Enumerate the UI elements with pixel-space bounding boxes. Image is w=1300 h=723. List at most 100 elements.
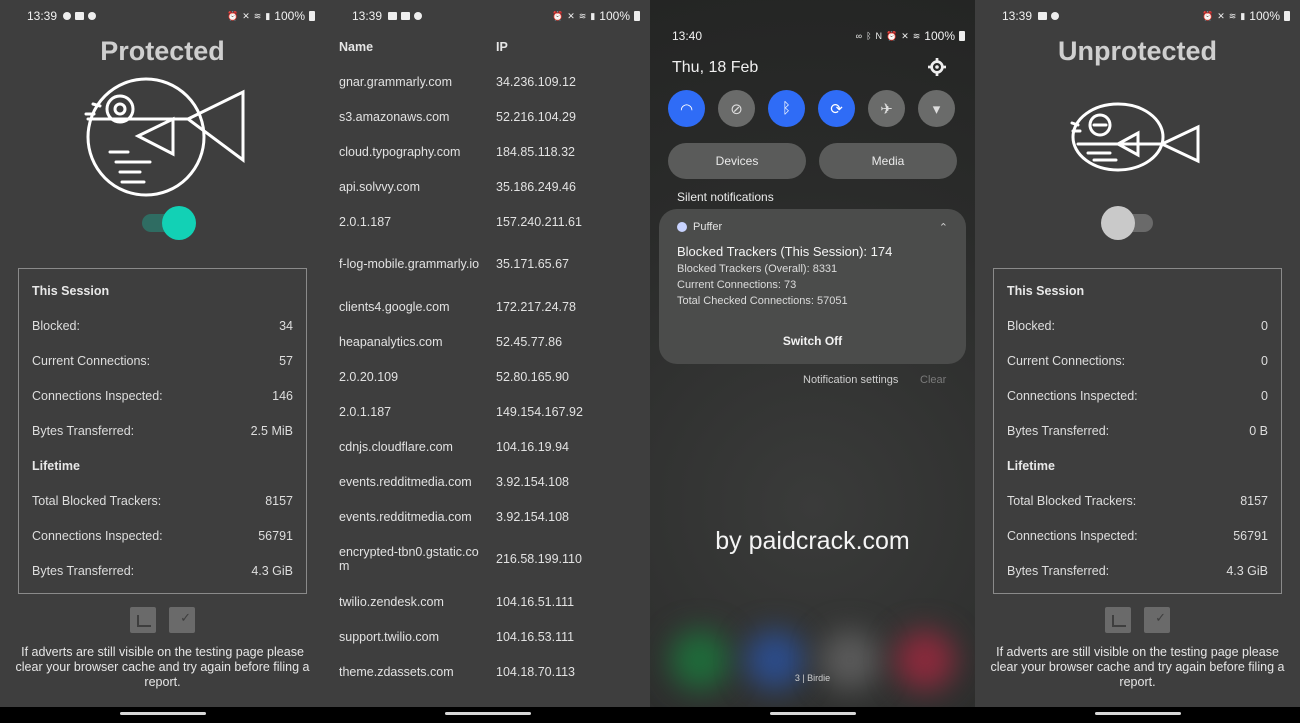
- lifetime-heading: Lifetime: [1007, 459, 1055, 473]
- home-handle[interactable]: [444, 712, 531, 715]
- host-name: f-log-mobile.grammarly.io: [339, 257, 480, 271]
- notification-app: Puffer: [677, 221, 948, 233]
- list-item[interactable]: 2.0.1.187 157.240.211.61: [339, 204, 640, 239]
- host-name: events.redditmedia.com: [339, 509, 472, 524]
- footnote: If adverts are still visible on the test…: [990, 645, 1285, 689]
- notification-headline: Blocked Trackers (This Session): 174: [677, 244, 893, 259]
- list-item[interactable]: s3.amazonaws.com 52.216.104.29: [339, 99, 640, 134]
- host-ip: 104.16.53.111: [496, 629, 575, 644]
- host-ip: 3.92.154.108: [496, 509, 569, 524]
- checklist-icon[interactable]: [1144, 607, 1170, 633]
- toggle-knob: [1101, 206, 1135, 240]
- alarm-icon: ⏰: [227, 10, 239, 21]
- devices-button[interactable]: Devices: [668, 143, 806, 179]
- stat-row: Bytes Transferred: 0 B: [1007, 414, 1268, 449]
- puffer-notification[interactable]: Puffer ⌃ Blocked Trackers (This Session)…: [659, 209, 966, 364]
- name-column-header: Name: [339, 40, 374, 54]
- notification-line: Total Checked Connections: 57051: [677, 295, 848, 307]
- alarm-icon: ⏰: [1202, 10, 1214, 21]
- puffer-app-icon: [677, 222, 687, 232]
- host-name: events.redditmedia.com: [339, 474, 472, 489]
- host-ip: 104.18.70.113: [496, 664, 576, 679]
- home-handle[interactable]: [769, 712, 856, 715]
- image-icon: [75, 12, 85, 20]
- protection-toggle[interactable]: [140, 206, 196, 240]
- stat-row: Connections Inspected: 146: [32, 379, 293, 414]
- host-ip: 149.154.167.92: [496, 404, 583, 419]
- list-item[interactable]: heapanalytics.com 52.45.77.86: [339, 324, 640, 359]
- list-item[interactable]: api.solvvy.com 35.186.249.46: [339, 169, 640, 204]
- signal-icon: ▮: [265, 10, 271, 21]
- mute-icon: ✕: [1217, 10, 1225, 21]
- list-item[interactable]: clients4.google.com 172.217.24.78: [339, 289, 640, 324]
- stat-label: Current Connections:: [32, 354, 151, 368]
- stat-label: Bytes Transferred:: [1007, 424, 1110, 438]
- connections-screen: 13:39 ⏰ ✕ ≋ ▮ 100% Name IP gnar.grammarl…: [325, 0, 650, 723]
- stat-row: Blocked: 34: [32, 309, 293, 344]
- wifi-icon: ≋: [1228, 10, 1237, 21]
- statistics-icon[interactable]: [1105, 607, 1131, 633]
- statistics-icon[interactable]: [130, 607, 156, 633]
- list-item[interactable]: cloud.typography.com 184.85.118.32: [339, 134, 640, 169]
- status-bar: 13:39 ⏰ ✕ ≋ ▮ 100%: [0, 0, 325, 32]
- auto-rotate-icon[interactable]: ⟳: [818, 90, 855, 127]
- host-ip: 52.80.165.90: [496, 369, 569, 384]
- list-item[interactable]: 2.0.20.109 52.80.165.90: [339, 359, 640, 394]
- stat-value: 2.5 MiB: [250, 424, 293, 438]
- host-ip: 104.16.19.94: [496, 439, 569, 454]
- clear-button[interactable]: Clear: [920, 374, 946, 386]
- host-name: heapanalytics.com: [339, 334, 443, 349]
- airplane-icon[interactable]: ✈: [868, 90, 905, 127]
- flashlight-icon[interactable]: ▾: [918, 90, 955, 127]
- stat-value: 0: [1261, 389, 1268, 403]
- checklist-icon[interactable]: [169, 607, 195, 633]
- host-name: gnar.grammarly.com: [339, 74, 452, 89]
- stat-label: Bytes Transferred:: [1007, 564, 1110, 578]
- notification-settings-link[interactable]: Notification settings: [803, 374, 898, 386]
- home-handle[interactable]: [119, 712, 206, 715]
- list-item[interactable]: gnar.grammarly.com 34.236.109.12: [339, 64, 640, 99]
- battery-icon: [1284, 11, 1290, 21]
- list-item[interactable]: theme.zdassets.com 104.18.70.113: [339, 654, 640, 689]
- wifi-icon[interactable]: ◠: [668, 90, 705, 127]
- stat-value: 0: [1261, 319, 1268, 333]
- protection-toggle[interactable]: [1101, 206, 1157, 240]
- page-indicator: 3 | Birdie: [794, 673, 831, 683]
- host-ip: 157.240.211.61: [496, 214, 582, 229]
- settings-gear-icon[interactable]: [928, 58, 946, 76]
- list-item[interactable]: encrypted-tbn0.gstatic.com 216.58.199.110: [339, 534, 640, 584]
- puffer-fish-icon: [84, 77, 245, 197]
- stat-row: Current Connections: 57: [32, 344, 293, 379]
- bluetooth-icon[interactable]: ᛒ: [768, 90, 805, 127]
- media-button[interactable]: Media: [819, 143, 957, 179]
- list-item[interactable]: twilio.zendesk.com 104.16.51.111: [339, 584, 640, 619]
- mute-icon[interactable]: ⊘: [718, 90, 755, 127]
- list-item[interactable]: 2.0.1.187 149.154.167.92: [339, 394, 640, 429]
- stat-label: Connections Inspected:: [32, 529, 163, 543]
- list-item[interactable]: cdnjs.cloudflare.com 104.16.19.94: [339, 429, 640, 464]
- battery-icon: [309, 11, 315, 21]
- stat-row: Connections Inspected: 0: [1007, 379, 1268, 414]
- host-name: encrypted-tbn0.gstatic.com: [339, 545, 479, 573]
- list-item[interactable]: events.redditmedia.com 3.92.154.108: [339, 464, 640, 499]
- signal-icon: ▮: [1240, 10, 1246, 21]
- home-handle[interactable]: [1094, 712, 1181, 715]
- bottom-actions: [975, 607, 1300, 633]
- list-item[interactable]: f-log-mobile.grammarly.io 35.171.65.67: [339, 239, 640, 289]
- stat-value: 57: [279, 354, 293, 368]
- switch-off-button[interactable]: Switch Off: [659, 334, 966, 348]
- host-ip: 184.85.118.32: [496, 144, 576, 159]
- bluetooth-icon: ᛒ: [866, 31, 872, 41]
- host-name: 2.0.20.109: [339, 369, 399, 384]
- host-name: api.solvvy.com: [339, 179, 421, 194]
- battery-percent: 100%: [274, 9, 305, 23]
- stat-label: Bytes Transferred:: [32, 424, 135, 438]
- app-name: Puffer: [693, 221, 723, 233]
- list-item[interactable]: support.twilio.com 104.16.53.111: [339, 619, 640, 654]
- status-time: 13:40: [672, 29, 703, 43]
- stat-value: 8157: [265, 494, 293, 508]
- list-item[interactable]: events.redditmedia.com 3.92.154.108: [339, 499, 640, 534]
- host-name: cloud.typography.com: [339, 144, 461, 159]
- chevron-up-icon[interactable]: ⌃: [939, 221, 948, 234]
- stat-row: Current Connections: 0: [1007, 344, 1268, 379]
